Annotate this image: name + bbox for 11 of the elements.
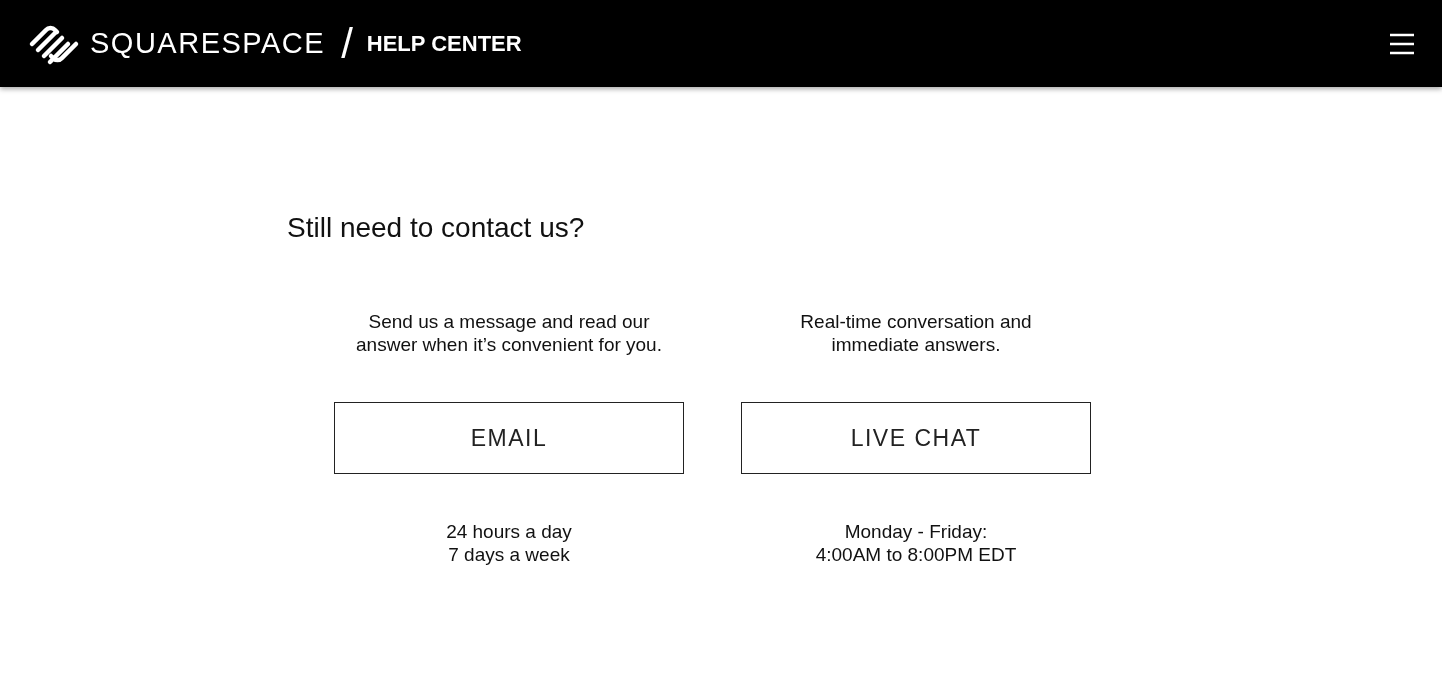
section-title[interactable]: HELP CENTER xyxy=(366,30,522,57)
menu-icon[interactable] xyxy=(1390,32,1414,55)
option-description: Real-time conversation and immediate answers. xyxy=(800,310,1032,356)
contact-button[interactable]: EMAIL xyxy=(334,402,684,474)
availability-text: Monday - Friday: 4:00AM to 8:00PM EDT xyxy=(815,520,1017,566)
brand-name[interactable]: SQUARESPACE xyxy=(90,27,326,60)
separator: / xyxy=(341,22,353,65)
contact-button[interactable]: LIVE CHAT xyxy=(741,402,1091,474)
page-heading: Still need to contact us? xyxy=(287,212,586,244)
option-description: Send us a message and read our answer when it’s convenient for you. xyxy=(356,310,662,356)
availability-text: 24 hours a day 7 days a week xyxy=(446,520,572,566)
